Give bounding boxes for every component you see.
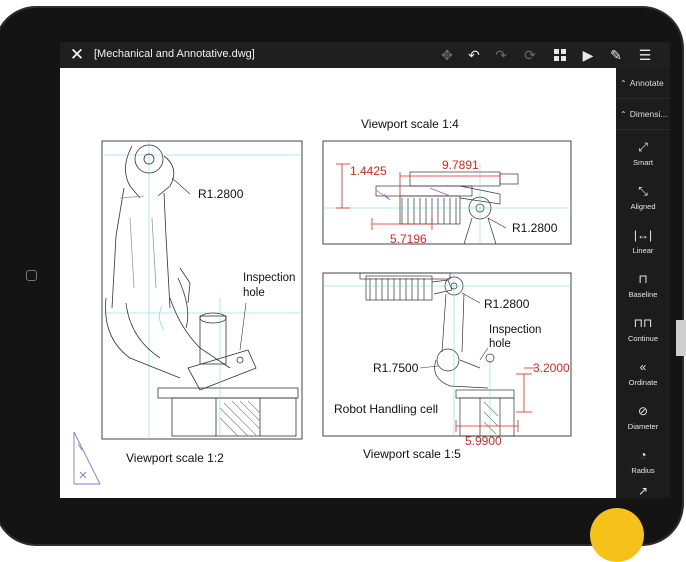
grid-icon[interactable] (550, 45, 570, 65)
dimension-1-4425: 1.4425 (350, 164, 387, 178)
tool-baseline[interactable]: ⊓ Baseline (616, 264, 670, 308)
tool-radius-label: Radius (631, 466, 655, 475)
undo-icon[interactable]: ↶ (464, 45, 484, 65)
tool-ordinate-label: Ordinate (628, 378, 658, 387)
pen-icon[interactable]: ✎ (606, 45, 626, 65)
viewport-title-left: Viewport scale 1:2 (126, 451, 224, 465)
drawing-svg: R1.2800 Inspection hole 1.4425 9.7891 5.… (73, 140, 572, 485)
viewport-title-top-right: Viewport scale 1:4 (361, 117, 459, 131)
chevron-up-icon: ⌃ (620, 110, 627, 119)
tool-smart[interactable]: ⤢ Smart (616, 132, 670, 176)
menu-icon[interactable]: ☰ (635, 45, 655, 65)
document-title: [Mechanical and Annotative.dwg] (94, 48, 255, 60)
app-screen: ✕ [Mechanical and Annotative.dwg] ✥ ↶ ↷ … (60, 42, 670, 498)
hole-label-bottom: hole (489, 338, 511, 350)
tool-radius[interactable]: ◔ Radius (616, 440, 670, 484)
inspection-label-left: Inspection (243, 272, 295, 284)
viewport-left-frame (101, 140, 303, 440)
tool-smart-label: Smart (632, 158, 653, 167)
inspection-label-bottom: Inspection (489, 324, 541, 336)
annotate-label: Annotate (629, 78, 664, 88)
tool-aligned-label: Aligned (630, 202, 656, 211)
drawing-canvas[interactable]: R1.2800 Inspection hole 1.4425 9.7891 5.… (60, 68, 616, 498)
tool-diameter-label: Diameter (627, 422, 659, 431)
sync-icon[interactable]: ⟳ (520, 45, 540, 65)
close-icon[interactable]: ✕ (68, 45, 86, 65)
ucs-icon (73, 431, 101, 485)
continue-dimension-icon: ⊓⊓ (633, 316, 653, 330)
arc-length-icon: ↗ (637, 484, 649, 498)
linear-dimension-icon: |↔| (633, 228, 653, 242)
dimension-5-7196: 5.7196 (390, 232, 427, 246)
hole-label-left: hole (243, 287, 265, 299)
tool-aligned[interactable]: ⤡ Aligned (616, 176, 670, 220)
home-button[interactable] (26, 270, 37, 281)
tool-diameter[interactable]: ⊘ Diameter (616, 396, 670, 440)
tool-continue[interactable]: ⊓⊓ Continue (616, 308, 670, 352)
diameter-dimension-icon: ⊘ (637, 404, 649, 418)
robot-handling-cell-label: Robot Handling cell (334, 402, 438, 416)
move-icon[interactable]: ✥ (437, 45, 457, 65)
tool-linear-label: Linear (632, 246, 654, 255)
tool-continue-label: Continue (627, 334, 659, 343)
dimension-9-7891: 9.7891 (442, 158, 479, 172)
tool-baseline-label: Baseline (628, 290, 658, 299)
tablet-device: ✕ [Mechanical and Annotative.dwg] ✥ ↶ ↷ … (0, 0, 686, 562)
radius-label-top: R1.2800 (512, 221, 558, 235)
left-robot-drawing (102, 141, 302, 439)
ordinate-dimension-icon: « (639, 360, 647, 374)
dimension-label: Dimensi... (629, 109, 668, 119)
orange-circle-badge (590, 508, 644, 562)
top-toolbar: ✕ [Mechanical and Annotative.dwg] ✥ ↶ ↷ … (60, 42, 670, 68)
dimension-menu[interactable]: ⌃ Dimensi... (616, 99, 670, 130)
dimension-3-2000: 3.2000 (533, 361, 570, 375)
chevron-up-icon: ⌃ (620, 79, 627, 88)
tool-more[interactable]: ↗ (616, 480, 670, 498)
radius-label-bottom: R1.2800 (484, 297, 530, 311)
page-scroll-handle[interactable] (676, 320, 686, 356)
play-icon[interactable]: ▶ (578, 45, 598, 65)
annotate-menu[interactable]: ⌃ Annotate (616, 68, 670, 99)
radius-label-1-7500: R1.7500 (373, 361, 419, 375)
tool-linear[interactable]: |↔| Linear (616, 220, 670, 264)
tool-ordinate[interactable]: « Ordinate (616, 352, 670, 396)
aligned-dimension-icon: ⤡ (638, 184, 648, 198)
right-tool-panel: ⌃ Annotate ⌃ Dimensi... ⤢ Smart ⤡ Aligned … (616, 68, 670, 498)
radius-dimension-icon: ◔ (639, 448, 647, 462)
baseline-dimension-icon: ⊓ (638, 272, 648, 286)
viewport-title-bottom-right: Viewport scale 1:5 (363, 447, 461, 461)
smart-dimension-icon: ⤢ (638, 140, 648, 154)
redo-icon[interactable]: ↷ (491, 45, 511, 65)
bottom-right-dimensions (455, 367, 536, 432)
dimension-5-9900: 5.9900 (465, 434, 502, 448)
radius-label-left: R1.2800 (198, 187, 244, 201)
